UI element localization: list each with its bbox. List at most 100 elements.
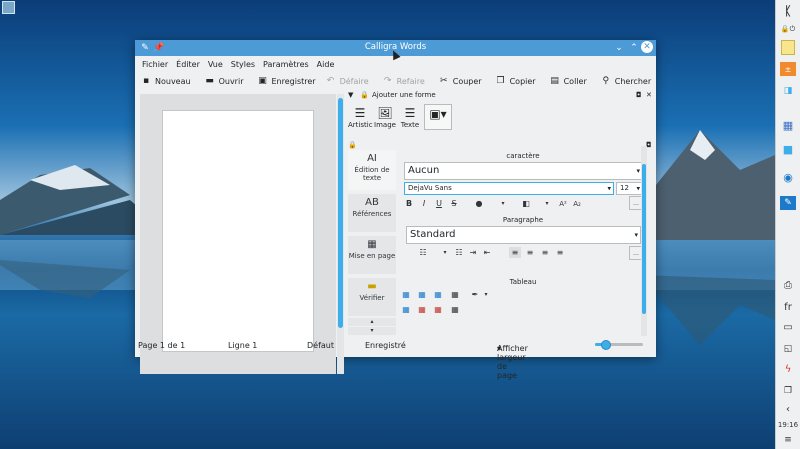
new-document-icon: ▪	[142, 76, 150, 86]
align-left-icon[interactable]: ≡	[509, 247, 521, 258]
chevron-down-icon[interactable]: ▾	[541, 198, 553, 209]
zoom-slider[interactable]	[595, 340, 643, 350]
insert-column-icon[interactable]: ▦	[432, 289, 444, 300]
hamburger-menu-icon[interactable]: ≡	[780, 433, 796, 447]
save-button[interactable]: ▣ Enregistrer	[257, 74, 315, 88]
char-style-combo[interactable]: Aucun ▾	[404, 162, 643, 180]
zoom-slider-knob[interactable]	[600, 340, 611, 350]
calligra-words-task-icon[interactable]: ✎	[780, 196, 796, 210]
menu-editer[interactable]: Éditer	[172, 58, 204, 71]
menu-parametres[interactable]: Paramètres	[259, 58, 313, 71]
delete-row-icon[interactable]: ▦	[416, 304, 428, 315]
font-family-combo[interactable]: DejaVu Sans ▾	[404, 182, 614, 195]
chevron-left-icon[interactable]: ‹	[780, 402, 796, 416]
open-button[interactable]: ▬ Ouvrir	[205, 74, 243, 88]
lock-power-icon[interactable]: 🔒⏻	[780, 22, 796, 36]
chevron-down-icon[interactable]: ▾	[439, 247, 451, 258]
chevron-down-icon[interactable]: ▾	[497, 198, 509, 209]
clipboard-icon[interactable]: ❐	[780, 384, 796, 398]
tabs-scroll-up[interactable]: ▴	[348, 318, 396, 326]
merge-cells-icon[interactable]: ▦	[449, 304, 461, 315]
document-scrollbar-thumb[interactable]	[338, 98, 343, 328]
document-scrollbar[interactable]	[337, 94, 344, 374]
paste-button[interactable]: ▤ Coller	[550, 74, 586, 88]
shape-image[interactable]: 🖼 Image	[373, 104, 397, 130]
insert-table-icon[interactable]: ▦	[400, 289, 412, 300]
align-center-icon[interactable]: ≡	[524, 247, 536, 258]
shape-more-button[interactable]: ▣▾	[424, 104, 452, 130]
keyboard-layout-label[interactable]: fr	[780, 300, 796, 314]
numbered-list-icon[interactable]: ☷	[453, 247, 465, 258]
save-icon: ▣	[258, 76, 267, 86]
kde-launcher-icon[interactable]: ᛕ	[780, 4, 796, 18]
folder-icon[interactable]: ■	[780, 142, 796, 156]
align-right-icon[interactable]: ≡	[539, 247, 551, 258]
docker-close-icon[interactable]: ✕	[646, 91, 652, 99]
paragraph-style-combo[interactable]: Standard ▾	[406, 226, 641, 244]
menu-aide[interactable]: Aide	[313, 58, 339, 71]
table-borders-icon[interactable]: ▦	[449, 289, 461, 300]
tabs-scroll-down[interactable]: ▾	[348, 327, 396, 335]
calculator-icon[interactable]: ±	[780, 62, 796, 76]
document-page[interactable]	[162, 110, 314, 352]
tool-lock-icon[interactable]: 🔒	[348, 141, 357, 149]
float-icon[interactable]: ◘	[636, 91, 642, 99]
tab-page-layout[interactable]: ▦ Mise en page	[348, 236, 396, 274]
tab-references-label: Références	[352, 210, 392, 218]
display-icon[interactable]: ▭	[780, 320, 796, 334]
clock[interactable]: 19:16	[778, 418, 798, 432]
bold-icon[interactable]: B	[403, 198, 415, 209]
delete-column-icon[interactable]: ▦	[432, 304, 444, 315]
search-button[interactable]: ⚲ Chercher	[601, 74, 651, 88]
new-button[interactable]: ▪ Nouveau	[141, 74, 191, 88]
browser-icon[interactable]: ◉	[780, 170, 796, 184]
tab-verify[interactable]: ▬ Vérifier	[348, 278, 396, 316]
network-icon[interactable]: ◱	[780, 342, 796, 356]
undo-button[interactable]: ↶ Défaire	[326, 74, 369, 88]
superscript-icon[interactable]: A²	[557, 198, 569, 209]
bullet-list-icon[interactable]: ☷	[417, 247, 429, 258]
chevron-down-icon: ▾	[607, 184, 611, 192]
delete-table-icon[interactable]: ▦	[400, 304, 412, 315]
collapse-arrow-icon[interactable]: ▼	[348, 91, 353, 99]
notes-icon[interactable]	[781, 40, 795, 55]
align-justify-icon[interactable]: ≡	[554, 247, 566, 258]
save-status: Enregistré	[365, 341, 406, 350]
subscript-icon[interactable]: A₂	[571, 198, 583, 209]
copy-button[interactable]: ❐ Copier	[496, 74, 536, 88]
desktop-menu-icon[interactable]	[2, 1, 15, 14]
highlight-color-icon[interactable]: ◧	[520, 198, 532, 209]
decrease-indent-icon[interactable]: ⇤	[481, 247, 493, 258]
menu-vue[interactable]: Vue	[204, 58, 227, 71]
copy-label: Copier	[509, 76, 536, 86]
italic-icon[interactable]: I	[418, 198, 430, 209]
tab-references[interactable]: AB Références	[348, 194, 396, 232]
text-color-icon[interactable]: ●	[473, 198, 485, 209]
shape-selector: ☰ Artistic 🖼 Image ☰ Texte ▣▾	[348, 104, 452, 136]
close-icon[interactable]: ✕	[641, 41, 653, 53]
menu-fichier[interactable]: Fichier	[135, 58, 172, 71]
shape-artistic[interactable]: ☰ Artistic	[348, 104, 373, 130]
underline-icon[interactable]: U	[433, 198, 445, 209]
strikethrough-icon[interactable]: S	[448, 198, 460, 209]
properties-scrollbar[interactable]	[641, 146, 647, 336]
chevron-down-icon[interactable]: ⌄	[612, 41, 626, 55]
tab-text-editing[interactable]: AI Édition de texte	[348, 150, 396, 190]
lock-icon[interactable]: 🔒	[360, 91, 369, 99]
cut-button[interactable]: ✂ Couper	[439, 74, 482, 88]
increase-indent-icon[interactable]: ⇥	[467, 247, 479, 258]
apps-grid-icon[interactable]: ▦	[780, 118, 796, 132]
menu-styles[interactable]: Styles	[227, 58, 259, 71]
printer-icon[interactable]: ⎙	[780, 278, 796, 292]
font-size-combo[interactable]: 12 ▾	[616, 182, 643, 195]
battery-icon[interactable]: ϟ	[780, 362, 796, 376]
shape-text[interactable]: ☰ Texte	[398, 104, 422, 130]
redo-button[interactable]: ↷ Refaire	[383, 74, 425, 88]
chevron-up-icon[interactable]: ⌃	[627, 41, 641, 55]
document-canvas[interactable]	[140, 94, 336, 374]
properties-scrollbar-thumb[interactable]	[642, 164, 646, 314]
chevron-down-icon[interactable]: ▾	[480, 289, 492, 300]
layout-icon[interactable]: ◨	[780, 84, 796, 98]
insert-row-icon[interactable]: ▦	[416, 289, 428, 300]
right-panel: ᛕ 🔒⏻ ± ◨ ▦ ■ ◉ ✎ ⎙ fr ▭ ◱ ϟ ❐ ‹ 19:16 ≡	[775, 0, 800, 449]
